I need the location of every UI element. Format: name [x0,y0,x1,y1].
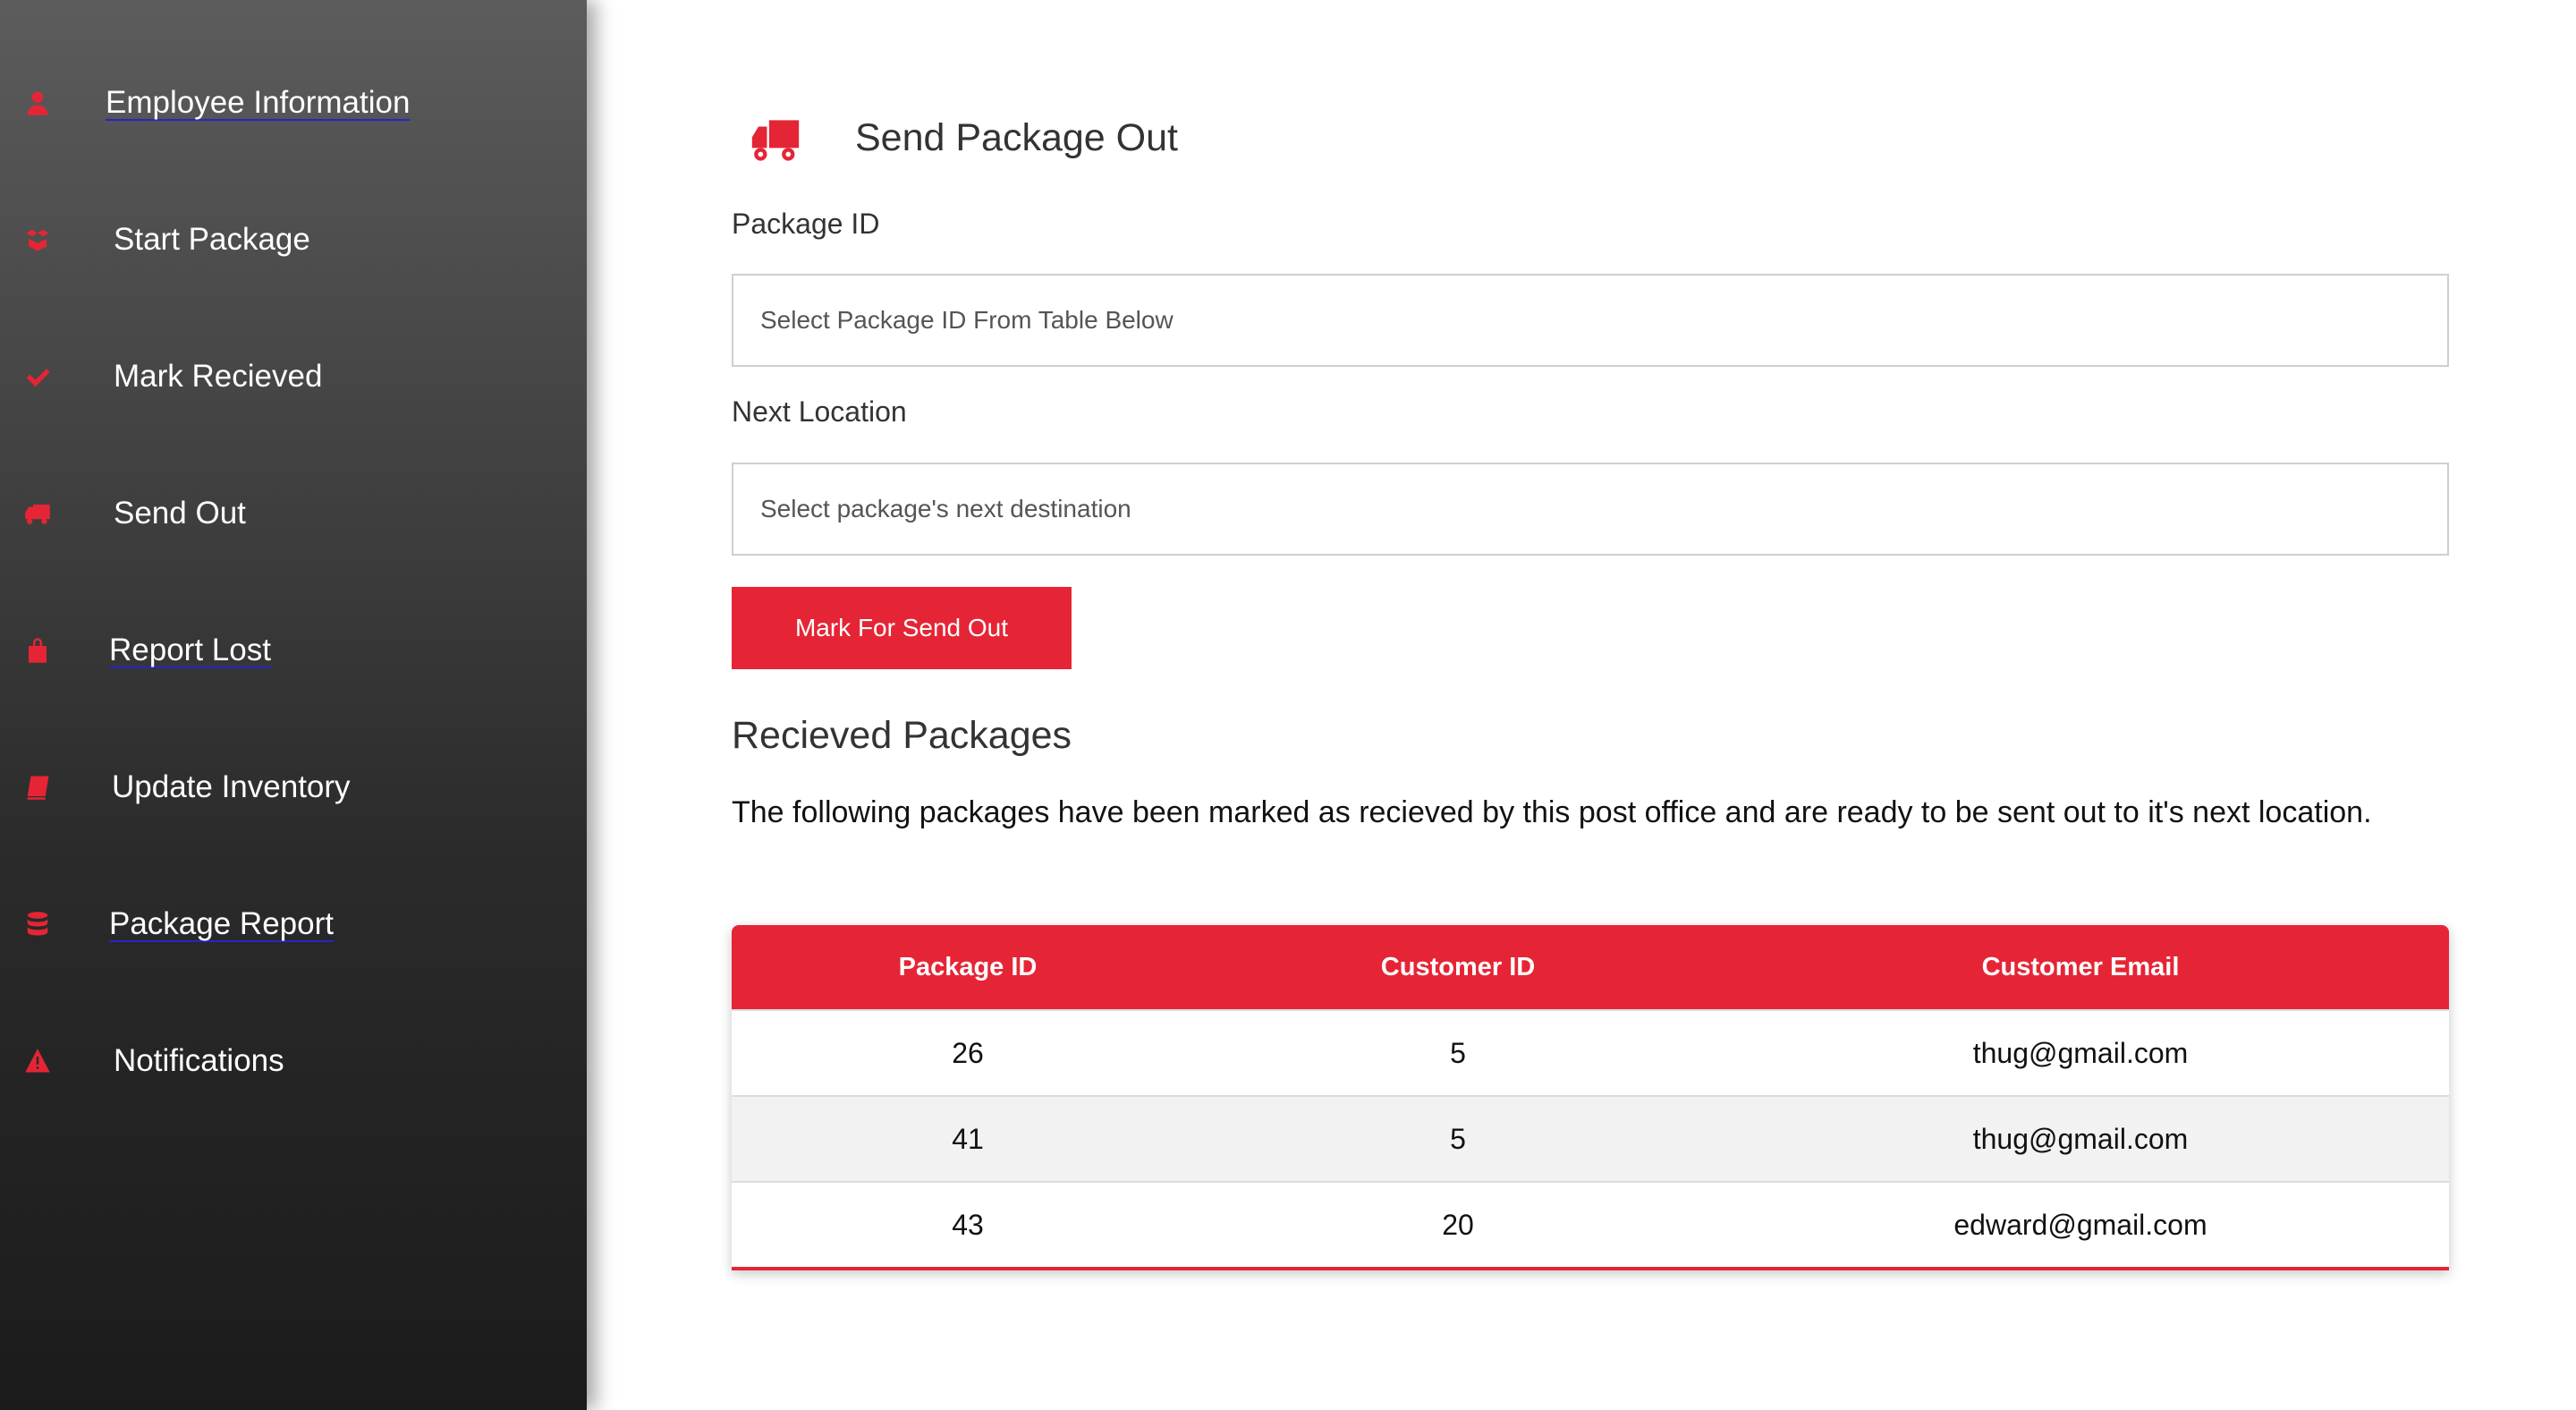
next-location-label: Next Location [732,395,907,428]
check-icon [20,359,55,395]
sidebar-item-label: Employee Information [106,85,411,120]
sidebar-item-label: Notifications [114,1043,284,1078]
sidebar-item-label: Start Package [114,222,310,257]
sidebar-item-notifications[interactable]: Notifications [0,1030,587,1092]
sidebar-item-package-report[interactable]: Package Report [0,893,587,956]
column-header-customer-email[interactable]: Customer Email [1712,925,2449,1010]
section-description: The following packages have been marked … [732,795,2372,829]
sidebar-item-start-package[interactable]: Start Package [0,208,587,271]
page-title: Send Package Out [855,116,1178,159]
customer-email-cell: thug@gmail.com [1712,1009,2449,1096]
section-title: Recieved Packages [732,714,1072,757]
package-id-cell: 43 [732,1181,1204,1267]
package-id-input[interactable] [732,274,2449,367]
next-location-input[interactable] [732,463,2449,556]
sidebar-item-employee-information[interactable]: Employee Information [0,72,587,134]
book-icon [20,769,55,805]
column-header-package-id[interactable]: Package ID [732,925,1204,1010]
customer-email-cell: edward@gmail.com [1712,1181,2449,1267]
customer-id-cell: 5 [1204,1009,1712,1096]
mark-for-send-out-button[interactable]: Mark For Send Out [732,587,1072,669]
database-icon [20,906,55,942]
package-id-label: Package ID [732,208,880,240]
page-header: Send Package Out [732,107,1626,179]
table-row[interactable]: 43 20 edward@gmail.com [732,1181,2449,1267]
sidebar-item-update-inventory[interactable]: Update Inventory [0,756,587,819]
customer-id-cell: 5 [1204,1095,1712,1182]
package-id-cell: 26 [732,1009,1204,1096]
truck-icon [750,118,801,163]
customer-email-cell: thug@gmail.com [1712,1095,2449,1182]
sidebar: Employee Information Start Package Mark … [0,0,587,1410]
box-open-icon [20,222,55,258]
sidebar-item-mark-recieved[interactable]: Mark Recieved [0,345,587,408]
sidebar-item-label: Package Report [109,906,334,941]
table-row[interactable]: 41 5 thug@gmail.com [732,1095,2449,1182]
sidebar-item-label: Report Lost [109,633,271,667]
package-id-cell: 41 [732,1095,1204,1182]
lost-item-icon [20,633,55,668]
page: Employee Information Start Package Mark … [0,0,2576,1410]
table-header-row: Package ID Customer ID Customer Email [732,925,2449,1010]
received-packages-table: Package ID Customer ID Customer Email 26… [732,925,2449,1270]
sidebar-item-label: Update Inventory [112,769,351,804]
column-header-customer-id[interactable]: Customer ID [1204,925,1712,1010]
customer-id-cell: 20 [1204,1181,1712,1267]
sidebar-item-send-out[interactable]: Send Out [0,482,587,545]
truck-icon [20,496,55,531]
warning-icon [20,1043,55,1079]
sidebar-item-report-lost[interactable]: Report Lost [0,619,587,682]
table-row[interactable]: 26 5 thug@gmail.com [732,1009,2449,1096]
sidebar-item-label: Send Out [114,496,246,531]
user-icon [20,85,55,121]
sidebar-item-label: Mark Recieved [114,359,323,394]
